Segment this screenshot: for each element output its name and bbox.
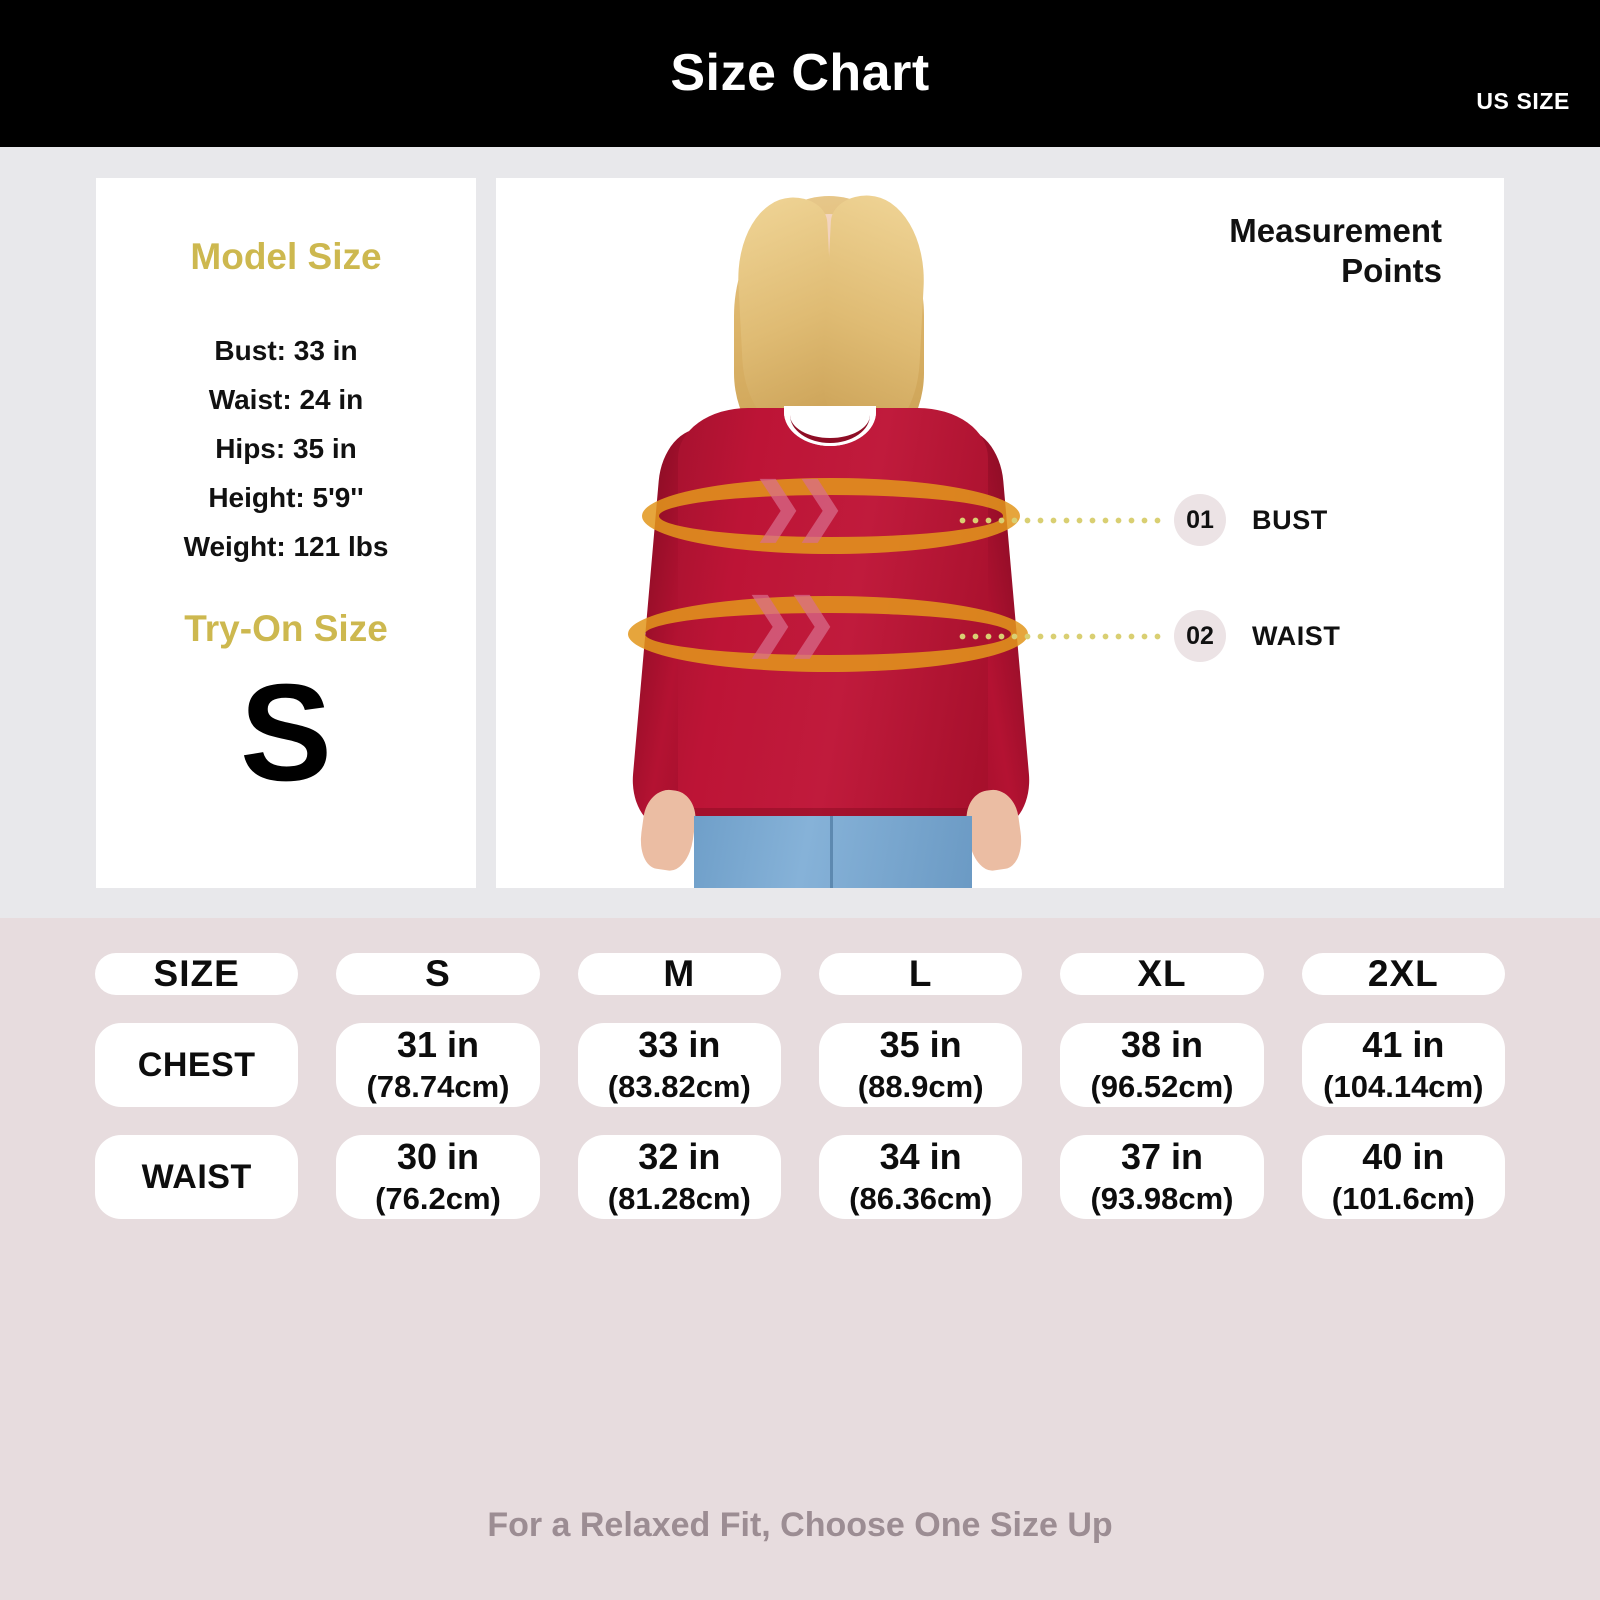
middle-section: Model Size Bust: 33 in Waist: 24 in Hips…: [0, 147, 1600, 918]
model-size-heading: Model Size: [190, 236, 382, 277]
model-hair-front-left: [734, 195, 838, 431]
page-header: Size Chart US SIZE: [0, 0, 1600, 147]
cell-inches: 40 in: [1362, 1136, 1445, 1177]
model-stat-waist: Waist: 24 in: [208, 384, 364, 415]
page-title: Size Chart: [670, 44, 930, 102]
table-header-cell-s: S: [336, 953, 540, 995]
measurement-point-waist: 02 WAIST: [956, 610, 1341, 662]
model-jeans: [694, 816, 972, 888]
model-stat-weight: Weight: 121 lbs: [183, 531, 389, 562]
table-header-label: M: [663, 953, 696, 994]
table-row-label-chest: CHEST: [95, 1023, 299, 1107]
cell-cm: (93.98cm): [1090, 1181, 1234, 1216]
try-on-size-value: S: [239, 656, 333, 810]
waist-leader-dots-icon: [956, 632, 1164, 640]
table-cell-chest-s: 31 in (78.74cm): [336, 1023, 540, 1107]
cell-cm: (88.9cm): [857, 1069, 984, 1104]
table-cell-chest-xl: 38 in (96.52cm): [1060, 1023, 1264, 1107]
bust-point-label: BUST: [1252, 504, 1328, 535]
model-stat-height: Height: 5'9'': [208, 482, 364, 513]
cell-cm: (86.36cm): [849, 1181, 993, 1216]
cell-cm: (76.2cm): [375, 1181, 501, 1216]
unit-badge: US SIZE: [1476, 88, 1570, 114]
cell-cm: (83.82cm): [607, 1069, 751, 1104]
cell-inches: 32 in: [638, 1136, 721, 1177]
cell-cm: (78.74cm): [366, 1069, 510, 1104]
table-cell-waist-m: 32 in (81.28cm): [577, 1135, 781, 1219]
bust-point-number: 01: [1174, 494, 1226, 546]
table-header-label: XL: [1137, 953, 1187, 994]
table-header-label: L: [908, 953, 933, 994]
size-table-section: SIZE S M L XL 2XL CHEST 31 in (78.74cm) …: [0, 918, 1600, 1600]
table-cell-waist-s: 30 in (76.2cm): [336, 1135, 540, 1219]
waist-point-number: 02: [1174, 610, 1226, 662]
measurement-point-bust: 01 BUST: [956, 494, 1328, 546]
table-header-label: S: [425, 953, 451, 994]
table-cell-waist-xl: 37 in (93.98cm): [1060, 1135, 1264, 1219]
table-header-cell-size: SIZE: [95, 953, 299, 995]
cell-inches: 35 in: [879, 1024, 962, 1065]
table-cell-chest-l: 35 in (88.9cm): [818, 1023, 1023, 1107]
cell-inches: 34 in: [879, 1136, 962, 1177]
table-cell-waist-2xl: 40 in (101.6cm): [1301, 1135, 1505, 1219]
cell-cm: (81.28cm): [607, 1181, 751, 1216]
measurement-points-panel: Measurement Points ❯❯ ❯❯ 01 BUST 02 WAIS…: [496, 178, 1504, 888]
table-cell-waist-l: 34 in (86.36cm): [818, 1135, 1023, 1219]
cell-inches: 31 in: [396, 1024, 480, 1065]
model-stat-bust: Bust: 33 in: [214, 335, 358, 366]
row-label: WAIST: [141, 1157, 252, 1196]
table-header-label: 2XL: [1367, 953, 1439, 994]
table-cell-chest-m: 33 in (83.82cm): [577, 1023, 781, 1107]
table-header-cell-l: L: [818, 953, 1023, 995]
size-table: SIZE S M L XL 2XL CHEST 31 in (78.74cm) …: [95, 953, 1505, 1219]
cell-inches: 41 in: [1362, 1024, 1445, 1065]
waist-point-label: WAIST: [1252, 620, 1341, 651]
row-label: CHEST: [137, 1045, 256, 1084]
model-size-panel: Model Size Bust: 33 in Waist: 24 in Hips…: [96, 178, 476, 888]
cell-cm: (104.14cm): [1323, 1069, 1484, 1104]
cell-cm: (101.6cm): [1331, 1181, 1475, 1216]
cell-inches: 33 in: [638, 1024, 721, 1065]
model-jeans-seam: [830, 816, 833, 888]
model-stats-list: Bust: 33 in Waist: 24 in Hips: 35 in Hei…: [96, 326, 476, 571]
try-on-size-heading: Try-On Size: [184, 608, 388, 649]
model-stat-hips: Hips: 35 in: [215, 433, 357, 464]
table-row-label-waist: WAIST: [95, 1135, 299, 1219]
cell-inches: 38 in: [1120, 1024, 1204, 1065]
fit-advice-note: For a Relaxed Fit, Choose One Size Up: [487, 1506, 1113, 1544]
bust-chevron-icon: ❯❯: [752, 472, 846, 541]
cell-inches: 37 in: [1120, 1136, 1204, 1177]
table-header-label: SIZE: [153, 953, 240, 994]
table-header-cell-m: M: [577, 953, 781, 995]
waist-chevron-icon: ❯❯: [744, 588, 838, 657]
cell-cm: (96.52cm): [1090, 1069, 1234, 1104]
bust-leader-dots-icon: [956, 516, 1164, 524]
cell-inches: 30 in: [396, 1136, 480, 1177]
table-header-cell-2xl: 2XL: [1301, 953, 1505, 995]
table-cell-chest-2xl: 41 in (104.14cm): [1301, 1023, 1505, 1107]
table-header-cell-xl: XL: [1060, 953, 1264, 995]
